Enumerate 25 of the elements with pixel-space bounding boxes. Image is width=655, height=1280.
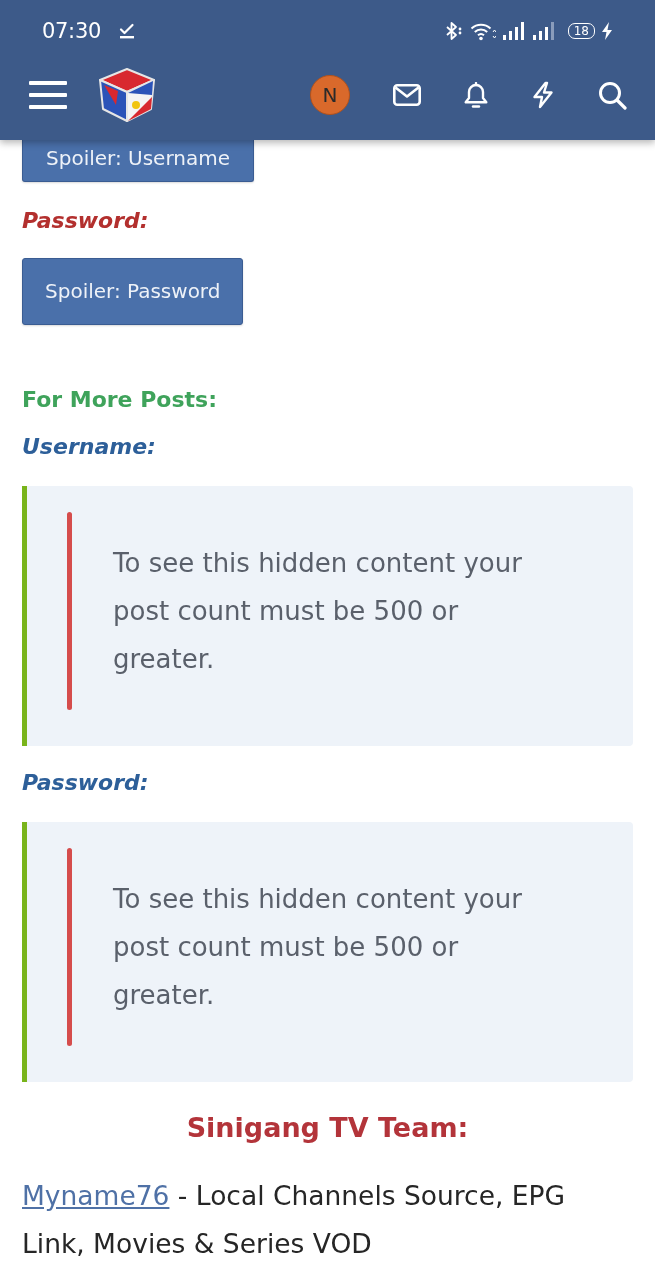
team-heading: Sinigang TV Team: [186,1111,469,1145]
status-time: 07:30 [42,19,102,43]
charging-icon [601,21,613,41]
section-label: Password: [22,207,149,235]
bell-icon[interactable] [464,81,488,109]
hidden-content-message: To see this hidden content your post count must be 500 or greater. [112,547,523,676]
wifi-icon [469,21,496,41]
section-label: Password: [22,769,149,797]
avatar-button[interactable]: N [310,75,350,115]
signal-icon [531,21,556,41]
cube-logo[interactable] [98,67,156,123]
spoiler-button[interactable]: Spoiler: Username [22,140,254,182]
credit-text: Myname76 - Local Channels Source, EPG Link, Movies & Series VOD [22,1179,567,1261]
battery-level: 18 [567,23,595,39]
spoiler-button[interactable]: Spoiler: Password [22,258,244,325]
hidden-content-message: To see this hidden content your post count must be 500 or greater. [112,883,523,1012]
search-icon[interactable] [598,80,627,110]
signal-icon [501,21,526,41]
lightning-icon[interactable] [531,81,555,109]
section-label: Username: [22,433,156,461]
tick-icon [119,23,136,39]
section-label: For More Posts: [22,386,217,414]
username-link[interactable]: Myname76 [22,1180,170,1211]
menu-icon[interactable] [29,81,67,109]
mail-icon[interactable] [393,84,421,106]
